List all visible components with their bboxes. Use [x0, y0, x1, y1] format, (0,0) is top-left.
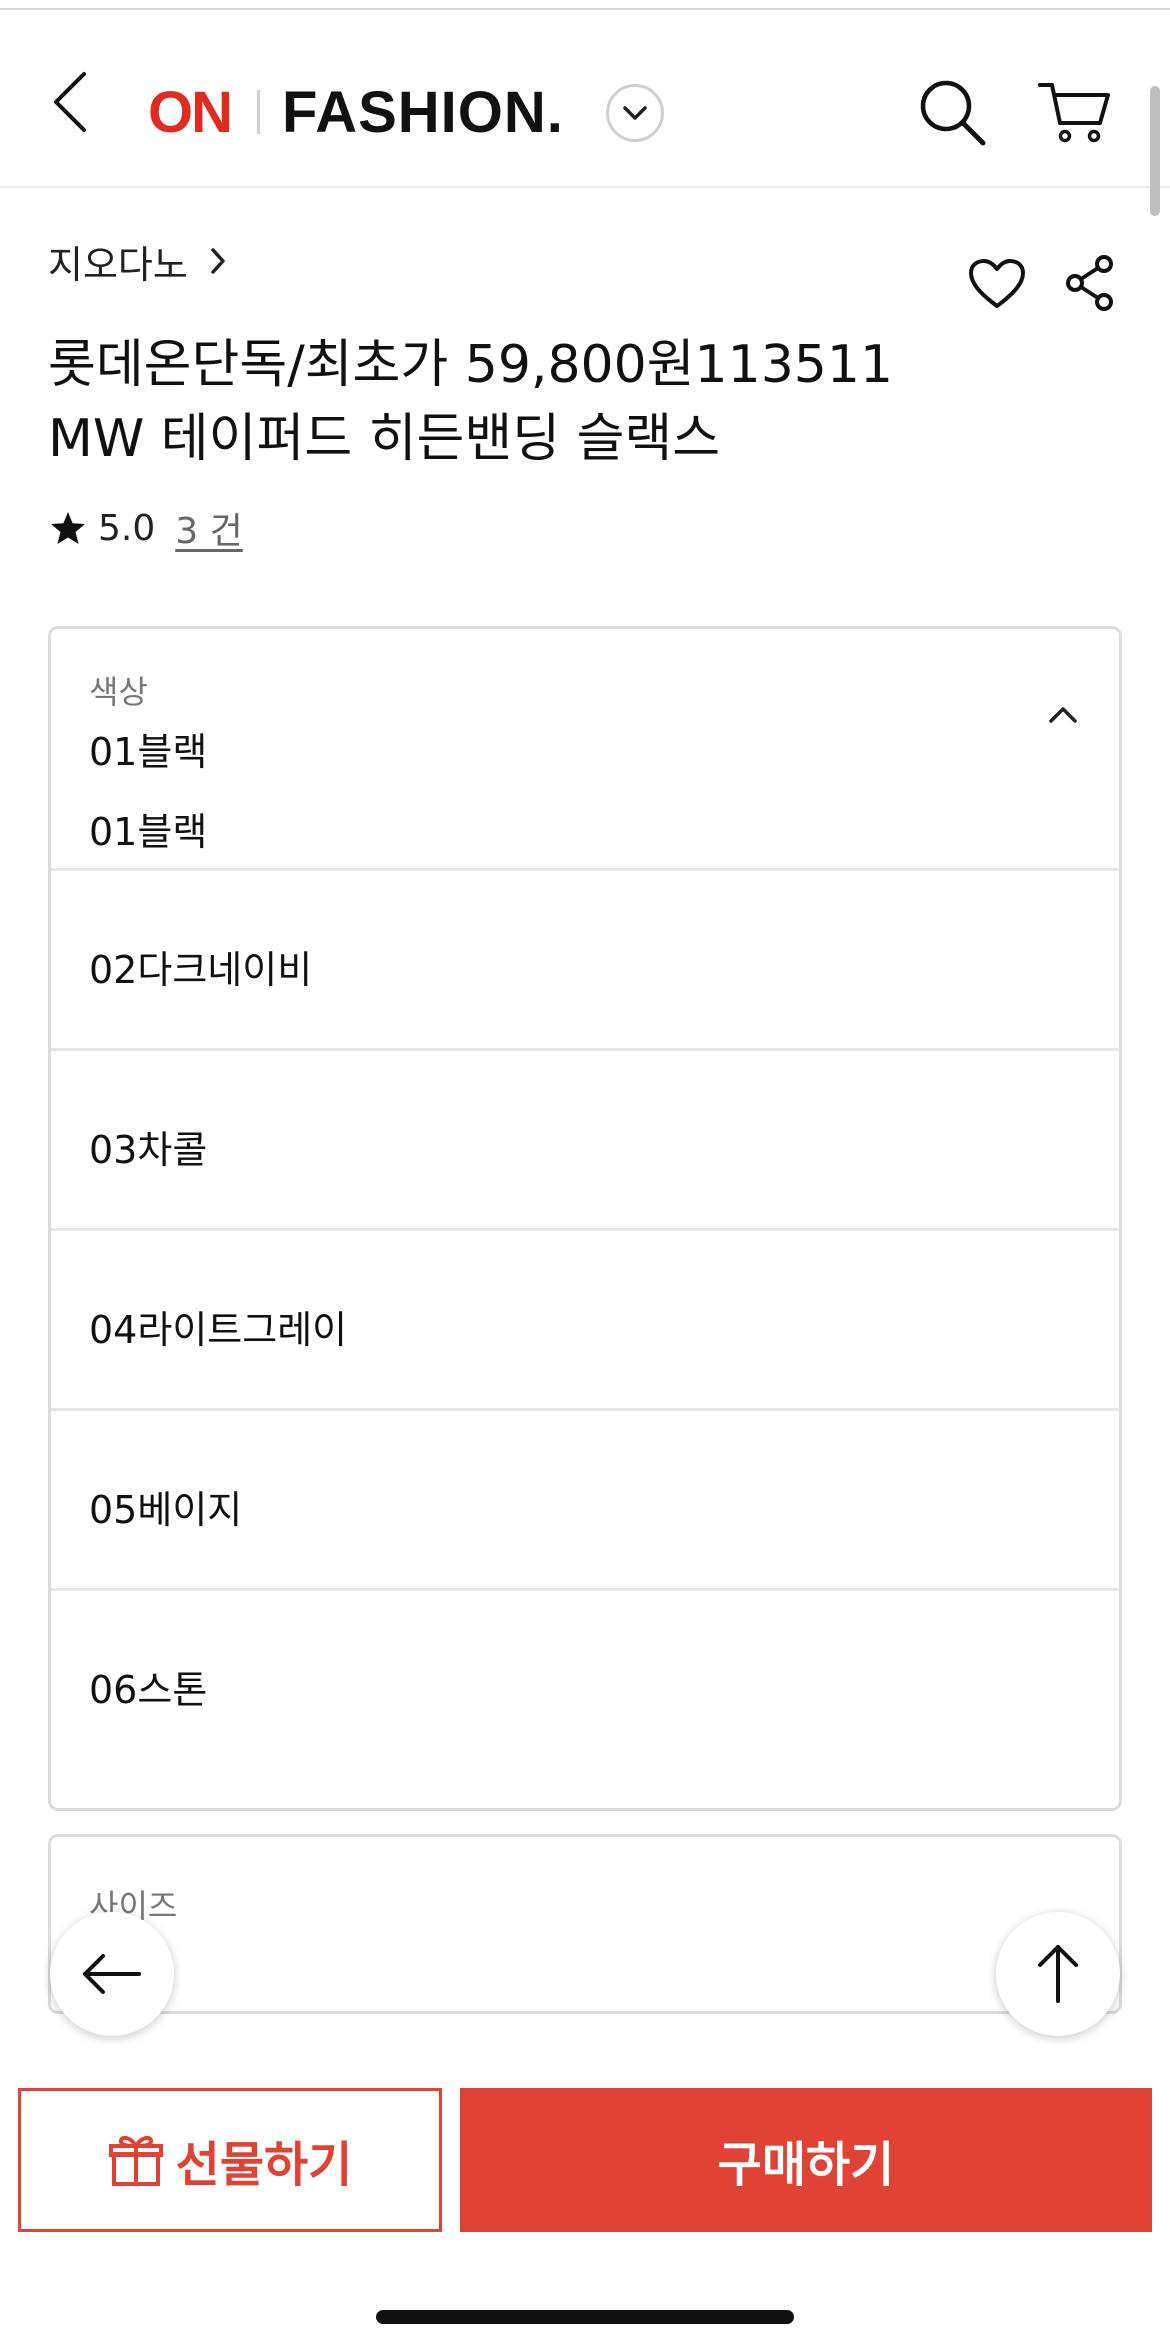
onfashion-logo[interactable]: ON FASHION. — [148, 72, 564, 152]
brand-name: 지오다노 — [48, 242, 188, 287]
color-option[interactable]: 06스톤 — [51, 1591, 1119, 1771]
arrow-up-icon — [1038, 1945, 1078, 2003]
color-options-list[interactable]: 01블랙 02다크네이비 03차콜 04라이트그레이 05베이지 06스톤 — [48, 803, 1122, 1811]
gift-button-label: 선물하기 — [175, 2137, 353, 2193]
cart-icon — [1038, 83, 1110, 143]
app-header: ON FASHION. — [0, 12, 1170, 188]
product-title-line-1: 롯데온단독/최초가 59,800원113511 — [48, 335, 894, 395]
review-count-link[interactable]: 3 건 — [175, 502, 242, 554]
product-title: 롯데온단독/최초가 59,800원113511 MW 테이퍼드 히든밴딩 슬랙스 — [48, 328, 968, 476]
color-option[interactable]: 03차콜 — [51, 1051, 1119, 1231]
color-option[interactable]: 02다크네이비 — [51, 871, 1119, 1051]
color-select-value: 01블랙 — [89, 730, 208, 774]
rating-score: 5.0 — [98, 507, 156, 549]
chevron-right-icon — [210, 247, 226, 275]
heart-icon — [969, 259, 1025, 308]
color-option-label: 06스톤 — [89, 1668, 208, 1712]
product-rating: 5.0 3 건 — [50, 500, 243, 556]
service-dropdown-button[interactable] — [606, 84, 664, 142]
star-icon — [50, 511, 86, 545]
size-select[interactable]: 사이즈 — [48, 1834, 1122, 2014]
search-button[interactable] — [912, 72, 992, 152]
home-indicator — [376, 2310, 794, 2324]
color-option[interactable]: 01블랙 — [51, 803, 1119, 871]
color-option[interactable]: 04라이트그레이 — [51, 1231, 1119, 1411]
logo-fashion-text: FASHION. — [282, 79, 564, 145]
color-option-label: 04라이트그레이 — [89, 1308, 348, 1352]
wishlist-button[interactable] — [962, 252, 1032, 316]
product-title-line-2: MW 테이퍼드 히든밴딩 슬랙스 — [48, 409, 721, 469]
chevron-up-icon — [1043, 695, 1083, 735]
share-button[interactable] — [1058, 250, 1122, 316]
gift-icon — [108, 2135, 163, 2186]
color-option-label: 01블랙 — [89, 810, 208, 854]
floating-back-button[interactable] — [50, 1912, 174, 2036]
search-icon — [920, 80, 986, 146]
color-select[interactable]: 색상 01블랙 — [48, 626, 1122, 806]
color-option-label: 05베이지 — [89, 1488, 243, 1532]
color-option-label: 02다크네이비 — [89, 948, 313, 992]
gift-button[interactable]: 선물하기 — [18, 2088, 442, 2232]
back-button[interactable] — [40, 62, 100, 142]
status-divider — [0, 0, 1170, 10]
scroll-top-button[interactable] — [996, 1912, 1120, 2036]
arrow-left-icon — [83, 1954, 141, 1994]
share-icon — [1066, 255, 1113, 311]
logo-separator — [257, 90, 260, 134]
color-option[interactable]: 05베이지 — [51, 1411, 1119, 1591]
color-select-label: 색상 — [89, 673, 148, 711]
color-option-label: 03차콜 — [89, 1128, 208, 1172]
logo-on-text: ON — [148, 79, 233, 145]
buy-button-label: 구매하기 — [717, 2137, 895, 2193]
brand-link[interactable]: 지오다노 — [48, 236, 226, 287]
cart-button[interactable] — [1030, 72, 1120, 152]
buy-button[interactable]: 구매하기 — [460, 2088, 1152, 2232]
chevron-down-icon — [623, 106, 647, 120]
scrollbar-thumb[interactable] — [1150, 86, 1160, 216]
chevron-left-icon — [54, 72, 86, 132]
